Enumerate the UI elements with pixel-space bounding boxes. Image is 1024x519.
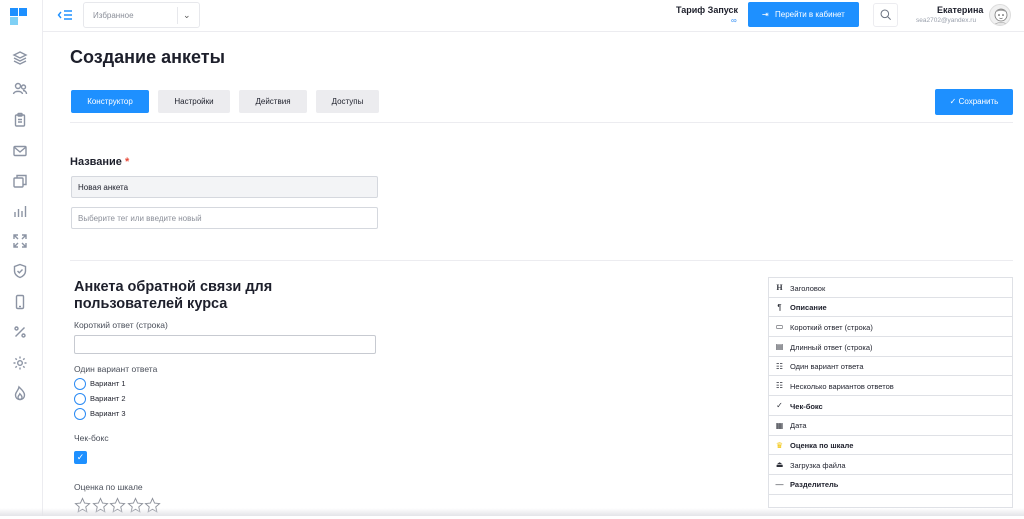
favorites-label: Избранное: [93, 11, 134, 20]
tab-settings[interactable]: Настройки: [158, 90, 230, 113]
palette-item-heading[interactable]: H Заголовок: [769, 278, 1012, 298]
bottom-fade: [0, 508, 1024, 516]
tariff-limit: ∞: [731, 16, 737, 25]
radio-option-label: Вариант 2: [90, 394, 126, 403]
search-button[interactable]: [873, 3, 898, 27]
bar-chart-icon[interactable]: [12, 203, 28, 219]
check-icon: ✓: [776, 401, 783, 411]
rating-icon: ♛: [775, 440, 784, 450]
palette-item-label: Один вариант ответа: [790, 362, 864, 372]
fire-icon[interactable]: [12, 385, 28, 401]
palette-item-more[interactable]: [769, 494, 1012, 507]
radio-option-label: Вариант 3: [90, 409, 126, 418]
palette-item-label: Чек-бокс: [790, 401, 823, 411]
favorites-dropdown[interactable]: Избранное ⌄: [83, 2, 200, 28]
palette-item-label: Дата: [790, 421, 807, 431]
dropdown-divider: [177, 7, 178, 24]
palette-item-divider[interactable]: — Разделитель: [769, 474, 1012, 495]
single-choice-icon: ☷: [775, 361, 784, 371]
palette-item-label: Загрузка файла: [790, 460, 846, 470]
settings-gear-icon[interactable]: [12, 355, 28, 371]
paragraph-icon: ¶: [777, 302, 782, 312]
layers-icon[interactable]: [12, 50, 28, 66]
multi-choice-icon: ☷: [775, 381, 784, 391]
single-choice-label: Один вариант ответа: [74, 364, 158, 374]
tab-constructor[interactable]: Конструктор: [71, 90, 149, 113]
calendar-icon: ▦: [775, 420, 784, 430]
chevron-down-icon[interactable]: ⌄: [183, 10, 191, 21]
top-bar: Избранное ⌄ Тариф Запуск ∞ ⇥ Перейти в к…: [43, 0, 1024, 32]
required-mark: *: [125, 156, 130, 168]
page-title: Создание анкеты: [70, 47, 225, 67]
short-answer-icon: ▭: [775, 322, 784, 332]
shield-icon[interactable]: [12, 263, 28, 279]
palette-item-label: Оценка по шкале: [790, 441, 854, 450]
palette-item-label: Короткий ответ (строка): [790, 322, 873, 332]
palette-item-checkbox[interactable]: ✓ Чек-бокс: [769, 396, 1012, 416]
copy-icon[interactable]: [12, 173, 28, 189]
palette-item-label: Разделитель: [790, 480, 839, 490]
palette-item-rating[interactable]: ♛ Оценка по шкале: [769, 435, 1012, 456]
divider-icon: —: [775, 479, 784, 489]
go-to-cabinet-button[interactable]: ⇥ Перейти в кабинет: [748, 2, 859, 27]
long-answer-icon: ▤: [775, 342, 784, 352]
radio-option-1[interactable]: [74, 378, 86, 390]
palette-item-long-answer[interactable]: ▤ Длинный ответ (строка): [769, 337, 1012, 357]
app-logo[interactable]: [10, 8, 28, 26]
radio-option-3[interactable]: [74, 408, 86, 420]
tab-actions[interactable]: Действия: [239, 90, 307, 113]
name-field-label: Название *: [70, 156, 129, 168]
users-icon[interactable]: [12, 81, 28, 97]
name-label-text: Название: [70, 156, 122, 168]
palette-item-short-answer[interactable]: ▭ Короткий ответ (строка): [769, 317, 1012, 338]
expand-icon[interactable]: [12, 233, 28, 249]
palette-item-label: Описание: [790, 303, 827, 313]
mail-icon[interactable]: [12, 143, 28, 159]
palette-item-label: Заголовок: [790, 283, 826, 293]
rating-label: Оценка по шкале: [74, 482, 143, 492]
field-palette: H Заголовок ¶ Описание ▭ Короткий ответ …: [768, 277, 1013, 508]
radio-option-label: Вариант 1: [90, 379, 126, 388]
tag-input[interactable]: Выберите тег или введите новый: [71, 207, 378, 229]
palette-item-description[interactable]: ¶ Описание: [769, 297, 1012, 318]
name-input[interactable]: Новая анкета: [71, 176, 378, 198]
clipboard-icon[interactable]: [12, 112, 28, 128]
short-answer-input[interactable]: [74, 335, 376, 354]
form-title[interactable]: Анкета обратной связи для пользователей …: [74, 279, 314, 313]
save-button[interactable]: ✓ Сохранить: [935, 89, 1013, 115]
mobile-icon[interactable]: [12, 294, 28, 310]
tab-access[interactable]: Доступы: [316, 90, 379, 113]
palette-item-multi-choice[interactable]: ☷ Несколько вариантов ответов: [769, 376, 1012, 397]
palette-item-label: Несколько вариантов ответов: [790, 381, 894, 391]
palette-item-date[interactable]: ▦ Дата: [769, 415, 1012, 436]
checkbox-checked[interactable]: ✓: [74, 451, 87, 464]
divider: [70, 260, 1013, 261]
avatar[interactable]: [989, 4, 1011, 26]
cabinet-button-label: Перейти в кабинет: [775, 10, 845, 19]
percent-icon[interactable]: [12, 324, 28, 340]
checkbox-label: Чек-бокс: [74, 433, 109, 443]
radio-option-2[interactable]: [74, 393, 86, 405]
tariff-name[interactable]: Тариф Запуск: [676, 5, 738, 15]
collapse-sidebar-icon[interactable]: [55, 6, 75, 24]
user-email: sea2702@yandex.ru: [916, 17, 977, 24]
search-icon: [880, 9, 892, 21]
short-answer-label: Короткий ответ (строка): [74, 320, 168, 330]
heading-icon: H: [776, 283, 783, 292]
palette-item-single-choice[interactable]: ☷ Один вариант ответа: [769, 356, 1012, 377]
palette-item-label: Длинный ответ (строка): [790, 342, 873, 352]
user-name[interactable]: Екатерина: [937, 5, 983, 15]
divider: [70, 122, 1013, 123]
palette-item-file-upload[interactable]: ⏏ Загрузка файла: [769, 455, 1012, 475]
login-icon: ⇥: [762, 10, 769, 19]
sidebar: [0, 0, 43, 516]
upload-icon: ⏏: [775, 460, 784, 470]
